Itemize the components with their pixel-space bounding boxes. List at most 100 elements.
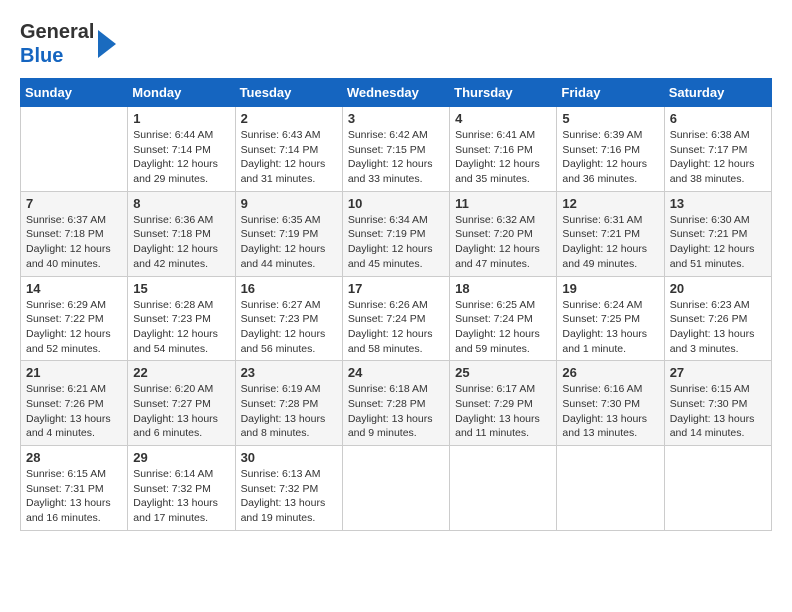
calendar-cell: 18 Sunrise: 6:25 AMSunset: 7:24 PMDayligh…: [450, 276, 557, 361]
day-info: Sunrise: 6:39 AMSunset: 7:16 PMDaylight:…: [562, 128, 658, 187]
calendar-cell: 19 Sunrise: 6:24 AMSunset: 7:25 PMDayligh…: [557, 276, 664, 361]
day-number: 12: [562, 196, 658, 211]
calendar-cell: 22 Sunrise: 6:20 AMSunset: 7:27 PMDayligh…: [128, 361, 235, 446]
day-info: Sunrise: 6:20 AMSunset: 7:27 PMDaylight:…: [133, 382, 229, 441]
day-number: 26: [562, 365, 658, 380]
day-number: 8: [133, 196, 229, 211]
day-number: 19: [562, 281, 658, 296]
day-number: 1: [133, 111, 229, 126]
day-number: 14: [26, 281, 122, 296]
page-container: General Blue SundayMondayTuesdayWednesda…: [20, 20, 772, 531]
day-info: Sunrise: 6:30 AMSunset: 7:21 PMDaylight:…: [670, 213, 766, 272]
calendar-cell: 6Sunrise: 6:38 AMSunset: 7:17 PMDaylight…: [664, 107, 771, 192]
calendar-cell: 3Sunrise: 6:42 AMSunset: 7:15 PMDaylight…: [342, 107, 449, 192]
logo-chevron-icon: [98, 30, 116, 58]
calendar-cell: 7 Sunrise: 6:37 AMSunset: 7:18 PMDaylight…: [21, 191, 128, 276]
day-info: Sunrise: 6:14 AMSunset: 7:32 PMDaylight:…: [133, 467, 229, 526]
logo: General Blue: [20, 20, 116, 68]
day-info: Sunrise: 6:29 AMSunset: 7:22 PMDaylight:…: [26, 298, 122, 357]
day-number: 18: [455, 281, 551, 296]
calendar-cell: 15Sunrise: 6:28 AMSunset: 7:23 PMDayligh…: [128, 276, 235, 361]
day-number: 10: [348, 196, 444, 211]
day-info: Sunrise: 6:19 AMSunset: 7:28 PMDaylight:…: [241, 382, 337, 441]
day-number: 20: [670, 281, 766, 296]
calendar-cell: 4 Sunrise: 6:41 AMSunset: 7:16 PMDaylight…: [450, 107, 557, 192]
day-number: 16: [241, 281, 337, 296]
header: General Blue: [20, 20, 772, 68]
calendar-cell: 2 Sunrise: 6:43 AMSunset: 7:14 PMDaylight…: [235, 107, 342, 192]
calendar-cell: 21Sunrise: 6:21 AMSunset: 7:26 PMDayligh…: [21, 361, 128, 446]
calendar-cell: 14 Sunrise: 6:29 AMSunset: 7:22 PMDayligh…: [21, 276, 128, 361]
day-info: Sunrise: 6:42 AMSunset: 7:15 PMDaylight:…: [348, 128, 444, 187]
calendar-week-row: 1Sunrise: 6:44 AMSunset: 7:14 PMDaylight…: [21, 107, 772, 192]
weekday-header-friday: Friday: [557, 79, 664, 107]
calendar-cell: [450, 446, 557, 531]
day-number: 21: [26, 365, 122, 380]
day-info: Sunrise: 6:26 AMSunset: 7:24 PMDaylight:…: [348, 298, 444, 357]
weekday-header-saturday: Saturday: [664, 79, 771, 107]
day-number: 23: [241, 365, 337, 380]
weekday-header-monday: Monday: [128, 79, 235, 107]
calendar-cell: 20Sunrise: 6:23 AMSunset: 7:26 PMDayligh…: [664, 276, 771, 361]
calendar-cell: 13 Sunrise: 6:30 AMSunset: 7:21 PMDayligh…: [664, 191, 771, 276]
day-info: Sunrise: 6:32 AMSunset: 7:20 PMDaylight:…: [455, 213, 551, 272]
calendar-week-row: 21Sunrise: 6:21 AMSunset: 7:26 PMDayligh…: [21, 361, 772, 446]
calendar-cell: 1Sunrise: 6:44 AMSunset: 7:14 PMDaylight…: [128, 107, 235, 192]
calendar-cell: 24 Sunrise: 6:18 AMSunset: 7:28 PMDayligh…: [342, 361, 449, 446]
day-info: Sunrise: 6:15 AMSunset: 7:30 PMDaylight:…: [670, 382, 766, 441]
day-number: 9: [241, 196, 337, 211]
day-info: Sunrise: 6:24 AMSunset: 7:25 PMDaylight:…: [562, 298, 658, 357]
day-number: 27: [670, 365, 766, 380]
day-number: 2: [241, 111, 337, 126]
calendar-cell: 11 Sunrise: 6:32 AMSunset: 7:20 PMDayligh…: [450, 191, 557, 276]
calendar-cell: [557, 446, 664, 531]
day-info: Sunrise: 6:36 AMSunset: 7:18 PMDaylight:…: [133, 213, 229, 272]
logo-wordmark: General Blue: [20, 20, 116, 68]
day-info: Sunrise: 6:27 AMSunset: 7:23 PMDaylight:…: [241, 298, 337, 357]
day-info: Sunrise: 6:25 AMSunset: 7:24 PMDaylight:…: [455, 298, 551, 357]
calendar-cell: [664, 446, 771, 531]
day-number: 15: [133, 281, 229, 296]
calendar-cell: 25 Sunrise: 6:17 AMSunset: 7:29 PMDayligh…: [450, 361, 557, 446]
day-number: 29: [133, 450, 229, 465]
weekday-header-wednesday: Wednesday: [342, 79, 449, 107]
day-info: Sunrise: 6:18 AMSunset: 7:28 PMDaylight:…: [348, 382, 444, 441]
day-info: Sunrise: 6:17 AMSunset: 7:29 PMDaylight:…: [455, 382, 551, 441]
calendar-cell: 9 Sunrise: 6:35 AMSunset: 7:19 PMDaylight…: [235, 191, 342, 276]
day-number: 22: [133, 365, 229, 380]
calendar-cell: 27 Sunrise: 6:15 AMSunset: 7:30 PMDayligh…: [664, 361, 771, 446]
day-info: Sunrise: 6:43 AMSunset: 7:14 PMDaylight:…: [241, 128, 337, 187]
calendar-cell: 16 Sunrise: 6:27 AMSunset: 7:23 PMDayligh…: [235, 276, 342, 361]
calendar-cell: 5 Sunrise: 6:39 AMSunset: 7:16 PMDaylight…: [557, 107, 664, 192]
calendar-week-row: 28 Sunrise: 6:15 AMSunset: 7:31 PMDayligh…: [21, 446, 772, 531]
weekday-header-row: SundayMondayTuesdayWednesdayThursdayFrid…: [21, 79, 772, 107]
day-number: 4: [455, 111, 551, 126]
day-number: 13: [670, 196, 766, 211]
day-number: 28: [26, 450, 122, 465]
calendar-cell: 12 Sunrise: 6:31 AMSunset: 7:21 PMDayligh…: [557, 191, 664, 276]
calendar-cell: [342, 446, 449, 531]
calendar-cell: 8 Sunrise: 6:36 AMSunset: 7:18 PMDaylight…: [128, 191, 235, 276]
day-info: Sunrise: 6:41 AMSunset: 7:16 PMDaylight:…: [455, 128, 551, 187]
day-info: Sunrise: 6:37 AMSunset: 7:18 PMDaylight:…: [26, 213, 122, 272]
day-number: 30: [241, 450, 337, 465]
day-number: 11: [455, 196, 551, 211]
day-number: 5: [562, 111, 658, 126]
day-info: Sunrise: 6:38 AMSunset: 7:17 PMDaylight:…: [670, 128, 766, 187]
day-number: 25: [455, 365, 551, 380]
day-number: 24: [348, 365, 444, 380]
day-info: Sunrise: 6:31 AMSunset: 7:21 PMDaylight:…: [562, 213, 658, 272]
calendar-cell: 29 Sunrise: 6:14 AMSunset: 7:32 PMDayligh…: [128, 446, 235, 531]
day-info: Sunrise: 6:34 AMSunset: 7:19 PMDaylight:…: [348, 213, 444, 272]
calendar-cell: 23 Sunrise: 6:19 AMSunset: 7:28 PMDayligh…: [235, 361, 342, 446]
day-info: Sunrise: 6:15 AMSunset: 7:31 PMDaylight:…: [26, 467, 122, 526]
day-number: 17: [348, 281, 444, 296]
day-info: Sunrise: 6:35 AMSunset: 7:19 PMDaylight:…: [241, 213, 337, 272]
calendar-cell: 26Sunrise: 6:16 AMSunset: 7:30 PMDayligh…: [557, 361, 664, 446]
calendar-table: SundayMondayTuesdayWednesdayThursdayFrid…: [20, 78, 772, 531]
day-number: 7: [26, 196, 122, 211]
calendar-cell: 30Sunrise: 6:13 AMSunset: 7:32 PMDayligh…: [235, 446, 342, 531]
calendar-week-row: 7 Sunrise: 6:37 AMSunset: 7:18 PMDaylight…: [21, 191, 772, 276]
weekday-header-thursday: Thursday: [450, 79, 557, 107]
calendar-cell: 10 Sunrise: 6:34 AMSunset: 7:19 PMDayligh…: [342, 191, 449, 276]
